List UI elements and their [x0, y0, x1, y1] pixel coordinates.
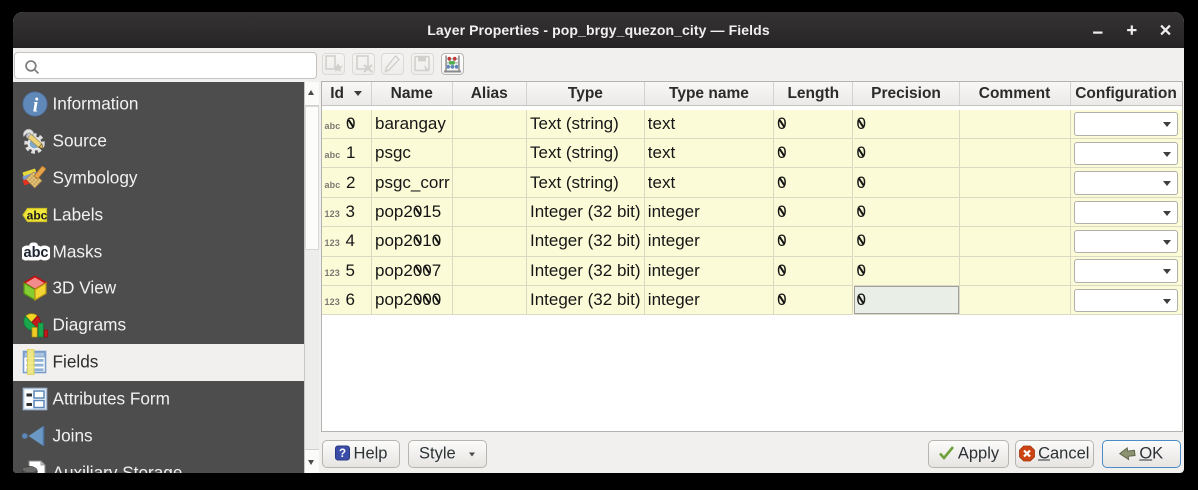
svg-text:?: ? — [339, 448, 346, 460]
svg-text:i: i — [33, 95, 39, 117]
svg-text:abc: abc — [27, 208, 48, 222]
svg-text:abc: abc — [24, 245, 49, 261]
